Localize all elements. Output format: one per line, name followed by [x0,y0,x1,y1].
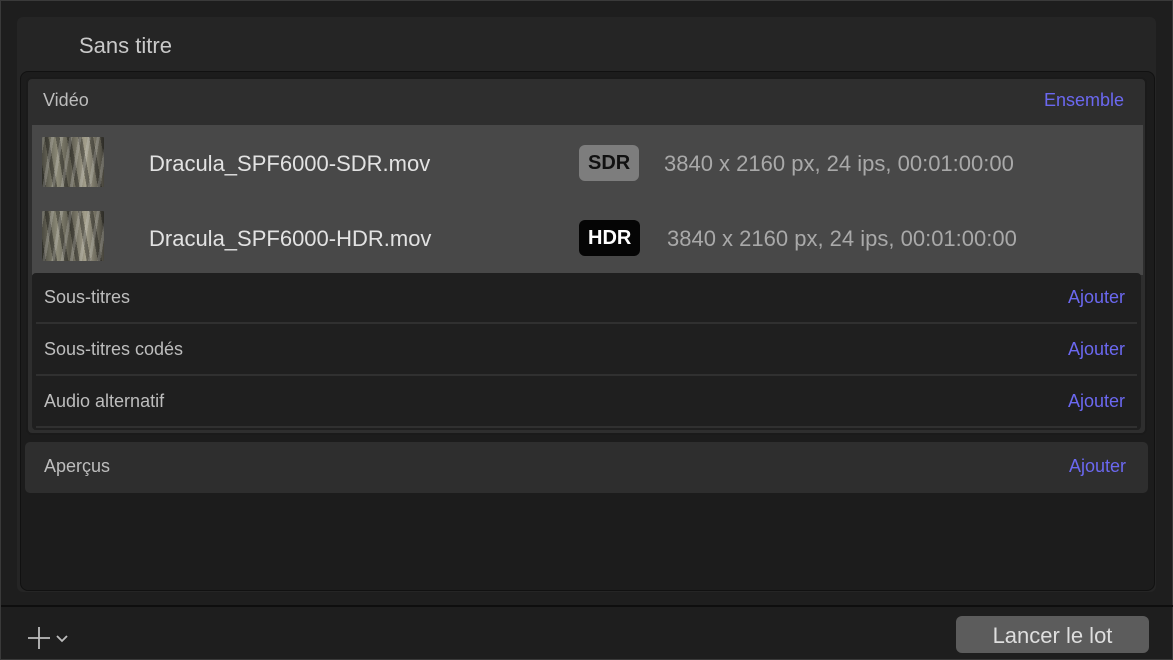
row-subtitles: Sous-titres Ajouter [36,273,1137,324]
batch-window: Sans titre Vidéo Ensemble Dracula_SPF600… [0,0,1173,660]
ensemble-button[interactable]: Ensemble [1044,90,1124,111]
row-closed-captions: Sous-titres codés Ajouter [36,325,1137,376]
sdr-badge: SDR [579,145,640,181]
clip-name: Dracula_SPF6000-SDR.mov [149,151,431,176]
add-closed-captions-button[interactable]: Ajouter [1068,339,1125,360]
alt-audio-label: Audio alternatif [44,391,165,411]
plus-chevron-icon[interactable] [27,625,68,651]
video-label: Vidéo [43,90,89,110]
previews-label: Aperçus [44,456,111,476]
footer-divider [1,605,1173,607]
row-alt-audio: Audio alternatif Ajouter [36,377,1137,428]
batch-title[interactable]: Sans titre [79,33,172,59]
clip-name: Dracula_SPF6000-HDR.mov [149,226,432,251]
clip-row-hdr[interactable]: Dracula_SPF6000-HDR.mov HDR 3840 x 2160 … [32,200,1143,275]
add-alt-audio-button[interactable]: Ajouter [1068,391,1125,412]
add-subtitles-button[interactable]: Ajouter [1068,287,1125,308]
clip-info: 3840 x 2160 px, 24 ips, 00:01:00:00 [667,226,1017,251]
clip-row-sdr[interactable]: Dracula_SPF6000-SDR.mov SDR 3840 x 2160 … [32,125,1143,200]
clip-list: Dracula_SPF6000-SDR.mov SDR 3840 x 2160 … [32,125,1143,275]
hdr-badge: HDR [579,220,641,256]
closed-captions-label: Sous-titres codés [44,339,184,359]
clip-thumbnail [42,211,104,261]
previews-section: Aperçus Ajouter [25,442,1148,493]
clip-info: 3840 x 2160 px, 24 ips, 00:01:00:00 [664,151,1014,176]
add-previews-button[interactable]: Ajouter [1069,456,1126,477]
clip-thumbnail [42,137,104,187]
subtitles-section: Sous-titres Ajouter Sous-titres codés Aj… [32,273,1141,430]
subtitles-label: Sous-titres [44,287,131,307]
launch-batch-button[interactable]: Lancer le lot [956,616,1149,653]
